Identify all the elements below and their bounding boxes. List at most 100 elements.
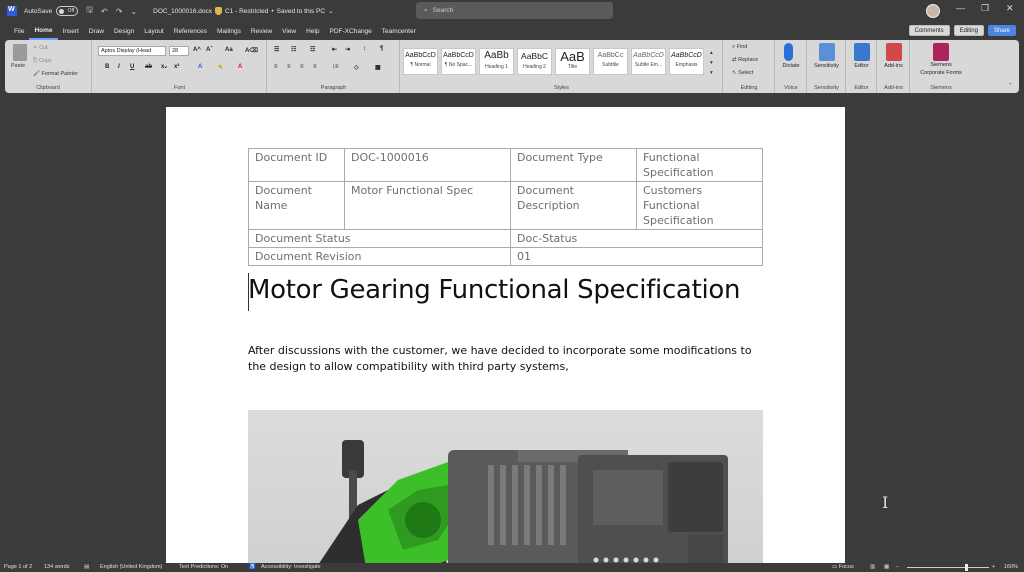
editor-button[interactable]: Editor [847,63,876,69]
format-painter-button[interactable]: 🖌 Format Painter [33,71,78,77]
table-cell[interactable]: Document Name [248,181,345,230]
font-color-icon[interactable]: A [238,64,242,70]
superscript-icon[interactable]: x² [174,64,179,70]
tab-file[interactable]: File [9,22,29,40]
zoom-level[interactable]: 160% [1004,564,1018,570]
tab-home[interactable]: Home [29,22,58,40]
tab-draw[interactable]: Draw [84,22,109,40]
grow-font-icon[interactable]: A^ [193,47,201,53]
copy-button[interactable]: ⎘ Copy [33,58,52,65]
bullets-icon[interactable]: ☰ [274,46,279,53]
tab-teamcenter[interactable]: Teamcenter [377,22,421,40]
text-predictions[interactable]: Text Predictions: On [179,564,228,570]
redo-icon[interactable]: ↷ [116,7,123,16]
microphone-icon[interactable] [784,43,793,61]
style-normal[interactable]: AaBbCcD ¶ Normal [403,48,438,75]
tab-pdf-xchange[interactable]: PDF-XChange [325,22,377,40]
search-box[interactable]: ⌕ Search [416,2,613,19]
close-icon[interactable]: ✕ [1006,3,1014,14]
borders-icon[interactable]: ▦ [375,64,381,71]
accessibility-icon[interactable]: ♿ [249,564,256,570]
document-page[interactable]: Document ID DOC-1000016 Document Type Fu… [166,107,845,572]
comments-button[interactable]: Comments [908,25,950,36]
select-button[interactable]: ↖ Select [732,70,753,76]
tab-design[interactable]: Design [109,22,139,40]
paste-icon[interactable] [13,44,27,61]
align-right-icon[interactable]: ≡ [300,64,304,70]
bold-icon[interactable]: B [105,64,109,70]
save-icon[interactable]: 🖫 [86,4,93,18]
style-emphasis[interactable]: AaBbCcD Emphasis [669,48,704,75]
print-layout-icon[interactable]: ▦ [884,564,889,570]
siemens-forms-button-line1[interactable]: Siemens [911,62,971,68]
collapse-ribbon-icon[interactable]: ⌃ [1008,83,1013,89]
addins-grid-icon[interactable] [886,43,902,61]
language[interactable]: English (United Kingdom) [100,564,162,570]
siemens-forms-icon[interactable] [933,43,949,61]
style-heading-2[interactable]: AaBbC Heading 2 [517,48,552,75]
table-cell[interactable]: Document ID [248,148,345,182]
minimize-icon[interactable]: — [956,3,965,13]
shading-icon[interactable]: ◇ [354,64,359,71]
table-cell[interactable]: Motor Functional Spec [344,181,511,230]
table-cell[interactable]: Doc-Status [510,229,763,248]
document-title[interactable]: Motor Gearing Functional Specification [248,275,740,305]
proofing-icon[interactable]: ▤ [84,564,89,570]
addins-button[interactable]: Add-ins [878,63,909,69]
highlight-icon[interactable]: ✎ [218,64,223,71]
change-case-icon[interactable]: Aa [225,47,233,53]
restore-icon[interactable]: ❐ [981,3,989,14]
style-subtle-emphasis[interactable]: AaBbCcD Subtle Em... [631,48,666,75]
editor-pen-icon[interactable] [854,43,870,61]
sensitivity-button[interactable]: Sensitivity [808,63,845,69]
clear-formatting-icon[interactable]: A⌫ [245,47,258,54]
table-cell[interactable]: 01 [510,247,763,266]
body-paragraph[interactable]: After discussions with the customer, we … [248,343,768,375]
autosave-toggle[interactable]: Off [56,6,79,16]
table-cell[interactable]: Customers Functional Specification [636,181,763,230]
accessibility-status[interactable]: Accessibility: Investigate [261,564,321,570]
styles-scroll-down-icon[interactable]: ▾ [710,60,713,66]
styles-more-icon[interactable]: ▾ [710,70,713,76]
sensitivity-icon[interactable] [819,43,835,61]
font-size-select[interactable]: 28 [169,46,189,56]
style-heading-1[interactable]: AaBb Heading 1 [479,48,514,75]
table-cell[interactable]: Document Type [510,148,637,182]
multilevel-list-icon[interactable]: ☲ [310,46,315,53]
read-mode-icon[interactable]: ▥ [870,564,875,570]
word-count[interactable]: 134 words [44,564,69,570]
underline-icon[interactable]: U [130,64,134,70]
share-button[interactable]: Share [987,25,1016,36]
tab-mailings[interactable]: Mailings [212,22,246,40]
sort-icon[interactable]: ↕ [363,46,366,52]
text-effects-icon[interactable]: A [198,64,202,70]
show-marks-icon[interactable]: ¶ [380,46,383,52]
table-cell[interactable]: DOC-1000016 [344,148,511,182]
customize-icon[interactable]: ⌄ [130,7,137,16]
focus-button[interactable]: ▭ Focus [832,564,854,570]
increase-indent-icon[interactable]: ⇥ [345,46,350,53]
tab-review[interactable]: Review [246,22,277,40]
page-count[interactable]: Page 1 of 2 [4,564,32,570]
table-cell[interactable]: Document Status [248,229,511,248]
table-cell[interactable]: Functional Specification [636,148,763,182]
style-no-spacing[interactable]: AaBbCcD ¶ No Spac... [441,48,476,75]
tab-references[interactable]: References [169,22,212,40]
document-canvas[interactable]: Document ID DOC-1000016 Document Type Fu… [0,93,1024,572]
cut-button[interactable]: ✂ Cut [33,45,48,51]
numbering-icon[interactable]: ☷ [291,46,296,53]
italic-icon[interactable]: I [118,64,120,70]
tab-help[interactable]: Help [301,22,324,40]
motor-gearing-image[interactable] [248,410,763,572]
dictate-button[interactable]: Dictate [776,63,806,69]
document-name-area[interactable]: DOC_1000016.docx C1 - Restricted • Saved… [153,7,334,15]
replace-button[interactable]: ⇄ Replace [732,57,758,63]
style-title[interactable]: AaB Title [555,48,590,75]
editing-mode-button[interactable]: Editing [953,25,984,36]
undo-icon[interactable]: ↶ [101,7,108,16]
paste-button[interactable]: Paste [11,63,25,69]
table-cell[interactable]: Document Description [510,181,637,230]
tab-insert[interactable]: Insert [58,22,84,40]
line-spacing-icon[interactable]: ↕≡ [332,64,339,70]
zoom-in-icon[interactable]: + [992,564,995,570]
